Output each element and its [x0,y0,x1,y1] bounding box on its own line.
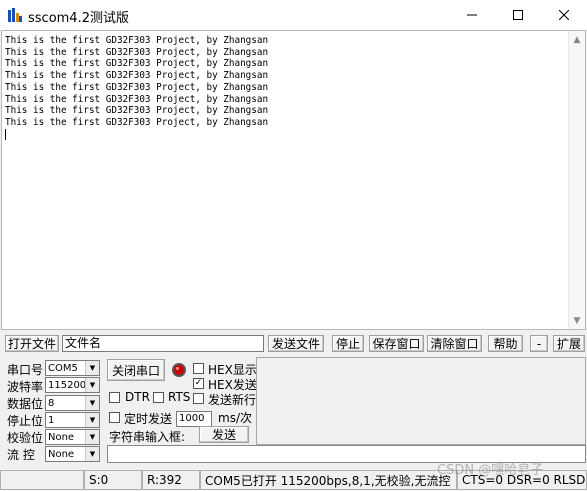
receive-line: This is the first GD32F303 Project, by Z… [5,116,269,128]
close-icon [559,10,569,20]
close-button[interactable] [541,0,587,30]
parity-label: 校验位 [7,431,44,445]
timed-send-label: 定时发送 [124,412,173,426]
string-input-label: 字符串输入框: [109,430,186,444]
received-count: R:392 [142,470,200,490]
receive-area[interactable]: This is the first GD32F303 Project, by Z… [1,30,586,330]
dtr-checkbox[interactable] [109,392,120,403]
expand-button[interactable]: 扩展 [553,335,585,352]
vertical-scrollbar[interactable]: ▲ ▼ [568,31,585,329]
baud-value: 115200 [48,379,87,391]
databits-value: 8 [48,397,55,409]
send-text-area[interactable] [256,357,586,445]
maximize-icon [513,10,523,20]
text-caret [5,129,6,140]
maximize-button[interactable] [495,0,541,30]
dtr-label: DTR [125,390,150,404]
stopbits-value: 1 [48,414,55,426]
chevron-down-icon: ▼ [85,396,99,410]
stop-button[interactable]: 停止 [332,335,364,352]
chevron-down-icon: ▼ [85,413,99,427]
databits-select[interactable]: 8 ▼ [45,395,100,411]
databits-label: 数据位 [7,397,44,411]
parity-select[interactable]: None ▼ [45,429,100,445]
interval-input[interactable]: 1000 [176,411,212,427]
flow-select[interactable]: None ▼ [45,446,100,462]
receive-line: This is the first GD32F303 Project, by Z… [5,46,269,58]
send-file-button[interactable]: 发送文件 [268,335,324,352]
receive-line: This is the first GD32F303 Project, by Z… [5,70,269,82]
hex-send-checkbox[interactable]: ✓ [193,378,204,389]
save-window-button[interactable]: 保存窗口 [369,335,424,352]
stopbits-label: 停止位 [7,414,44,428]
flow-value: None [48,448,75,460]
interval-unit-label: ms/次 [218,411,252,425]
receive-line: This is the first GD32F303 Project, by Z… [5,93,269,105]
timed-send-checkbox[interactable] [109,412,120,423]
chevron-down-icon: ▼ [85,430,99,444]
receive-line: This is the first GD32F303 Project, by Z… [5,35,269,46]
send-button[interactable]: 发送 [199,426,249,443]
stopbits-select[interactable]: 1 ▼ [45,412,100,428]
port-value: COM5 [48,362,78,374]
title-bar: sscom4.2测试版 [0,0,587,30]
sent-count: S:0 [84,470,142,490]
app-icon [8,7,22,23]
port-select[interactable]: COM5 ▼ [45,360,100,376]
minus-button[interactable]: - [530,335,548,352]
receive-line: This is the first GD32F303 Project, by Z… [5,105,269,117]
receive-line: This is the first GD32F303 Project, by Z… [5,81,269,93]
scroll-down-icon[interactable]: ▼ [569,312,585,329]
chevron-down-icon: ▼ [85,447,99,461]
receive-line: This is the first GD32F303 Project, by Z… [5,58,269,70]
send-newline-label: 发送新行 [208,393,257,407]
help-button[interactable]: 帮助 [488,335,523,352]
baud-select[interactable]: 115200 ▼ [45,377,100,393]
port-label: 串口号 [7,363,44,377]
hex-display-checkbox[interactable] [193,363,204,374]
open-file-button[interactable]: 打开文件 [5,335,59,352]
clear-window-button[interactable]: 清除窗口 [427,335,482,352]
chevron-down-icon: ▼ [85,378,99,392]
filename-field[interactable]: 文件名 [62,335,264,352]
parity-value: None [48,431,75,443]
minimize-button[interactable] [449,0,495,30]
scroll-up-icon[interactable]: ▲ [569,31,585,48]
receive-text: This is the first GD32F303 Project, by Z… [5,35,268,129]
status-cell-empty [0,470,84,490]
watermark: CSDN @嘿哈皂子 [437,463,544,478]
port-info: COM5已打开 115200bps,8,1,无校验,无流控 [200,470,457,490]
close-port-button[interactable]: 关闭串口 [107,359,165,381]
baud-label: 波特率 [7,380,44,394]
port-status-indicator-icon [171,362,187,378]
send-newline-checkbox[interactable] [193,393,204,404]
flow-label: 流 控 [7,448,35,462]
window-title: sscom4.2测试版 [28,11,129,26]
rts-label: RTS [168,390,191,404]
minimize-icon [467,14,477,16]
chevron-down-icon: ▼ [85,361,99,375]
rts-checkbox[interactable] [153,392,164,403]
